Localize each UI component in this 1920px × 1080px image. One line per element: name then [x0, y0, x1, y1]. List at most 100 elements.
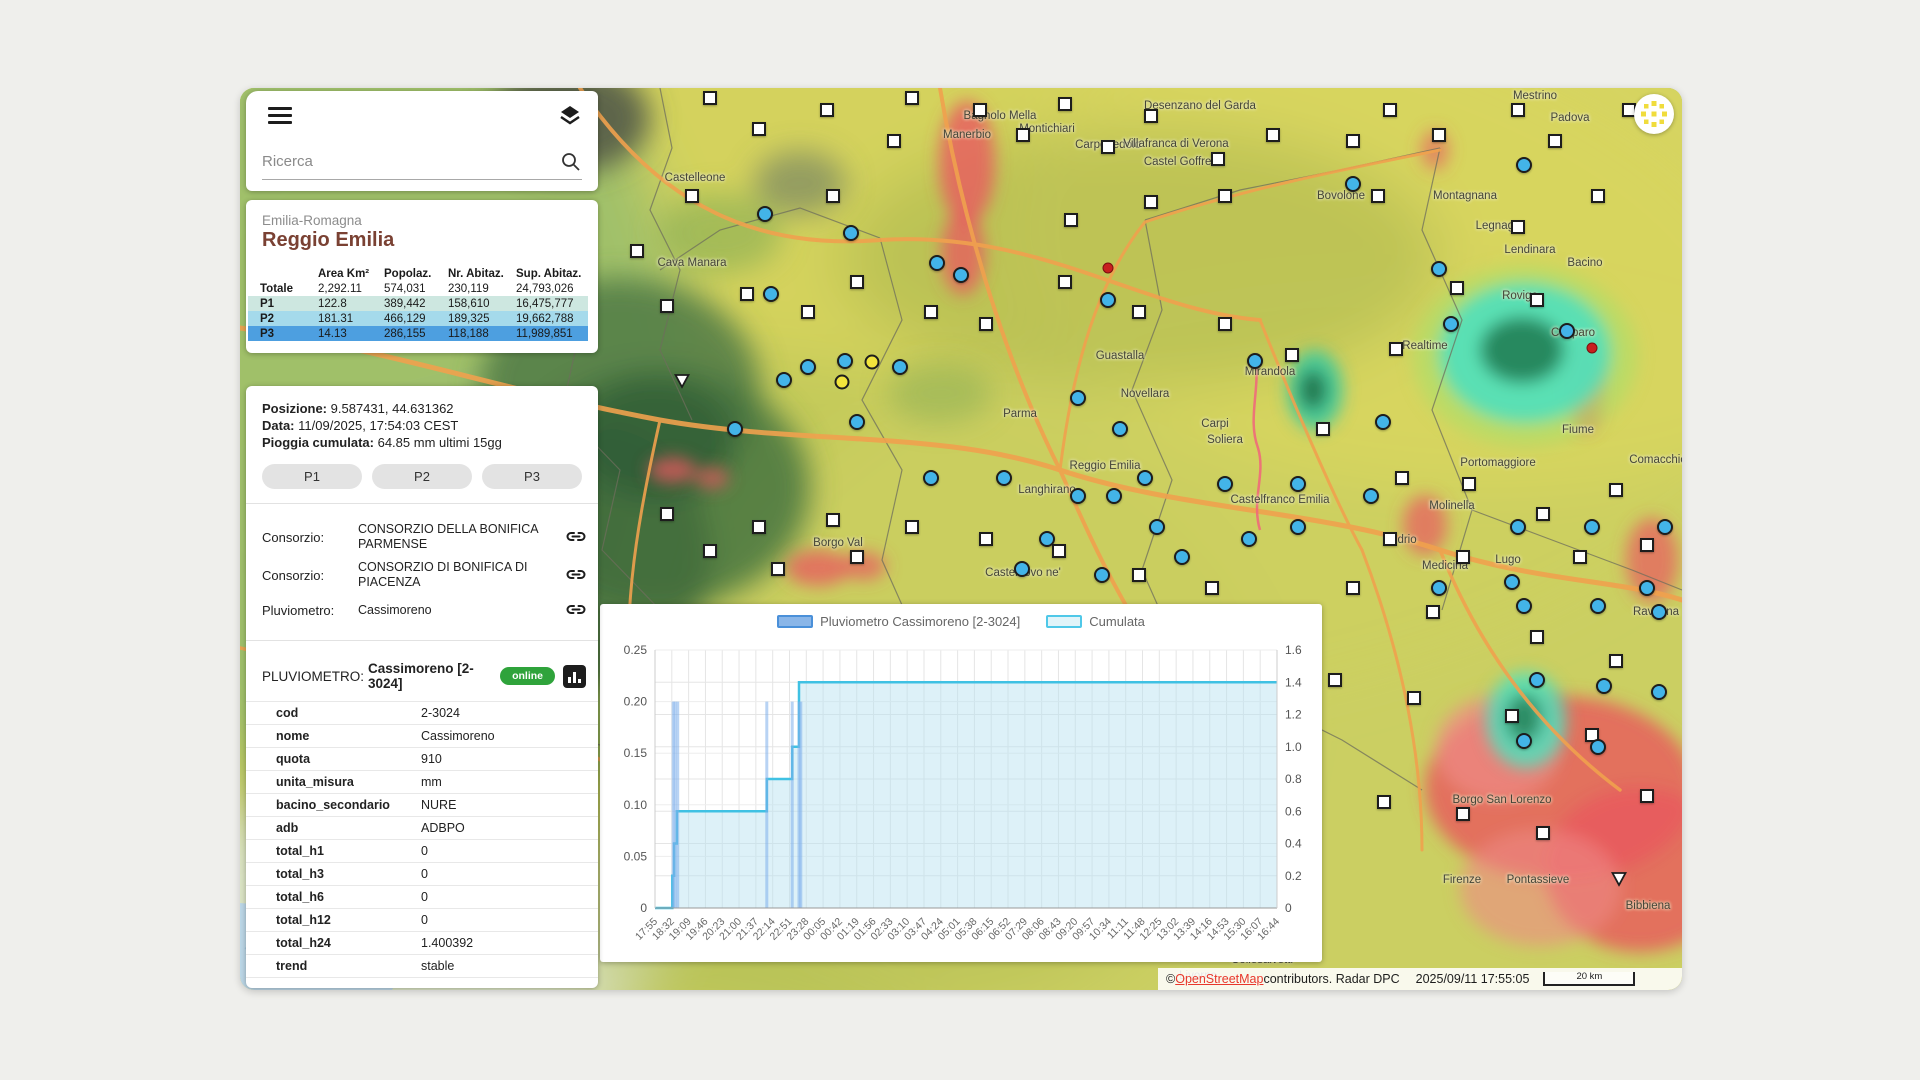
- station-marker-circle[interactable]: [1516, 598, 1532, 614]
- radar-toggle-button[interactable]: [1634, 94, 1674, 134]
- station-marker-square[interactable]: [1511, 220, 1525, 234]
- station-marker-square[interactable]: [1456, 807, 1470, 821]
- search-input[interactable]: [262, 147, 552, 170]
- station-marker-circle[interactable]: [843, 225, 859, 241]
- station-marker-circle[interactable]: [1559, 323, 1575, 339]
- station-marker-square[interactable]: [1266, 128, 1280, 142]
- station-marker-circle[interactable]: [1375, 414, 1391, 430]
- station-marker-square[interactable]: [820, 103, 834, 117]
- station-marker-circle[interactable]: [800, 359, 816, 375]
- region-row-p1[interactable]: P1 122.8 389,442 158,610 16,475,777: [248, 296, 588, 311]
- station-marker-square[interactable]: [660, 507, 674, 521]
- station-marker-square[interactable]: [1573, 550, 1587, 564]
- station-marker-circle[interactable]: [1290, 476, 1306, 492]
- station-marker-circle[interactable]: [1094, 567, 1110, 583]
- station-marker-circle[interactable]: [1247, 353, 1263, 369]
- station-marker-square[interactable]: [1205, 581, 1219, 595]
- station-marker-circle[interactable]: [1070, 390, 1086, 406]
- station-marker-triangle[interactable]: [1611, 872, 1627, 887]
- station-marker-circle[interactable]: [1039, 531, 1055, 547]
- station-marker-square[interactable]: [905, 520, 919, 534]
- station-marker-circle[interactable]: [1596, 678, 1612, 694]
- station-marker-circle[interactable]: [1651, 604, 1667, 620]
- station-marker-square[interactable]: [1511, 103, 1525, 117]
- link-icon[interactable]: [564, 598, 588, 622]
- station-marker-square[interactable]: [887, 134, 901, 148]
- station-marker-square[interactable]: [1609, 483, 1623, 497]
- station-marker-square[interactable]: [1052, 544, 1066, 558]
- station-marker-circle[interactable]: [1241, 531, 1257, 547]
- station-marker-square[interactable]: [1609, 654, 1623, 668]
- station-marker-circle[interactable]: [776, 372, 792, 388]
- station-marker-square[interactable]: [740, 287, 754, 301]
- station-marker-square[interactable]: [826, 513, 840, 527]
- station-marker-triangle[interactable]: [674, 374, 690, 389]
- station-marker-square[interactable]: [1536, 507, 1550, 521]
- region-row-p2[interactable]: P2 181.31 466,129 189,325 19,662,788: [248, 311, 588, 326]
- station-marker-square[interactable]: [850, 275, 864, 289]
- station-marker-square[interactable]: [752, 520, 766, 534]
- menu-icon[interactable]: [268, 107, 292, 125]
- station-marker-square[interactable]: [924, 305, 938, 319]
- p3-button[interactable]: P3: [482, 464, 582, 489]
- station-marker-square[interactable]: [1530, 630, 1544, 644]
- station-marker-square[interactable]: [1536, 826, 1550, 840]
- station-marker-square[interactable]: [801, 305, 815, 319]
- region-row-p3[interactable]: P3 14.13 286,155 118,188 11,989,851: [248, 326, 588, 341]
- station-marker-circle[interactable]: [1639, 580, 1655, 596]
- station-marker-square[interactable]: [1218, 189, 1232, 203]
- station-marker-square[interactable]: [1346, 134, 1360, 148]
- p2-button[interactable]: P2: [372, 464, 472, 489]
- station-marker-square[interactable]: [1389, 342, 1403, 356]
- station-marker-square[interactable]: [1101, 140, 1115, 154]
- station-marker-circle[interactable]: [1070, 488, 1086, 504]
- station-marker-square[interactable]: [1144, 109, 1158, 123]
- station-marker-square[interactable]: [1407, 691, 1421, 705]
- legend-pluviometro[interactable]: Pluviometro Cassimoreno [2-3024]: [777, 614, 1020, 629]
- station-marker-square[interactable]: [703, 91, 717, 105]
- link-icon[interactable]: [564, 525, 588, 549]
- station-marker-square[interactable]: [1328, 673, 1342, 687]
- station-marker-square[interactable]: [685, 189, 699, 203]
- station-marker-square[interactable]: [752, 122, 766, 136]
- legend-cumulata[interactable]: Cumulata: [1046, 614, 1145, 629]
- station-marker-square[interactable]: [826, 189, 840, 203]
- station-marker-square[interactable]: [850, 550, 864, 564]
- station-marker-square[interactable]: [1450, 281, 1464, 295]
- station-marker-circle[interactable]: [1217, 476, 1233, 492]
- station-marker-square[interactable]: [1132, 568, 1146, 582]
- openstreetmap-link[interactable]: OpenStreetMap: [1175, 972, 1263, 986]
- station-marker-circle[interactable]: [1100, 292, 1116, 308]
- station-marker-square[interactable]: [771, 562, 785, 576]
- station-marker-circle[interactable]: [1431, 580, 1447, 596]
- station-marker-square[interactable]: [1016, 128, 1030, 142]
- station-marker-circle[interactable]: [1363, 488, 1379, 504]
- station-marker-square[interactable]: [1285, 348, 1299, 362]
- station-marker-circle[interactable]: [1443, 316, 1459, 332]
- station-marker-square[interactable]: [979, 317, 993, 331]
- station-marker-circle[interactable]: [757, 206, 773, 222]
- station-marker-square[interactable]: [905, 91, 919, 105]
- station-marker-square[interactable]: [1346, 581, 1360, 595]
- station-marker-square[interactable]: [1383, 532, 1397, 546]
- station-marker-circle[interactable]: [1590, 739, 1606, 755]
- station-marker-circle[interactable]: [1431, 261, 1447, 277]
- station-marker-red[interactable]: [1103, 263, 1114, 274]
- station-marker-square[interactable]: [979, 532, 993, 546]
- link-icon[interactable]: [564, 563, 588, 587]
- station-marker-circle[interactable]: [1510, 519, 1526, 535]
- station-marker-square[interactable]: [1456, 550, 1470, 564]
- station-marker-square[interactable]: [973, 103, 987, 117]
- station-marker-circle[interactable]: [1529, 672, 1545, 688]
- station-marker-circle[interactable]: [849, 414, 865, 430]
- station-marker-square[interactable]: [1211, 152, 1225, 166]
- station-marker-circle[interactable]: [1651, 684, 1667, 700]
- station-marker-square[interactable]: [1371, 189, 1385, 203]
- station-marker-square[interactable]: [1316, 422, 1330, 436]
- station-marker-circle[interactable]: [953, 267, 969, 283]
- station-marker-circle[interactable]: [837, 353, 853, 369]
- station-marker-circle[interactable]: [1590, 598, 1606, 614]
- station-marker-square[interactable]: [1064, 213, 1078, 227]
- station-marker-circle[interactable]: [1174, 549, 1190, 565]
- station-marker-circle[interactable]: [1516, 733, 1532, 749]
